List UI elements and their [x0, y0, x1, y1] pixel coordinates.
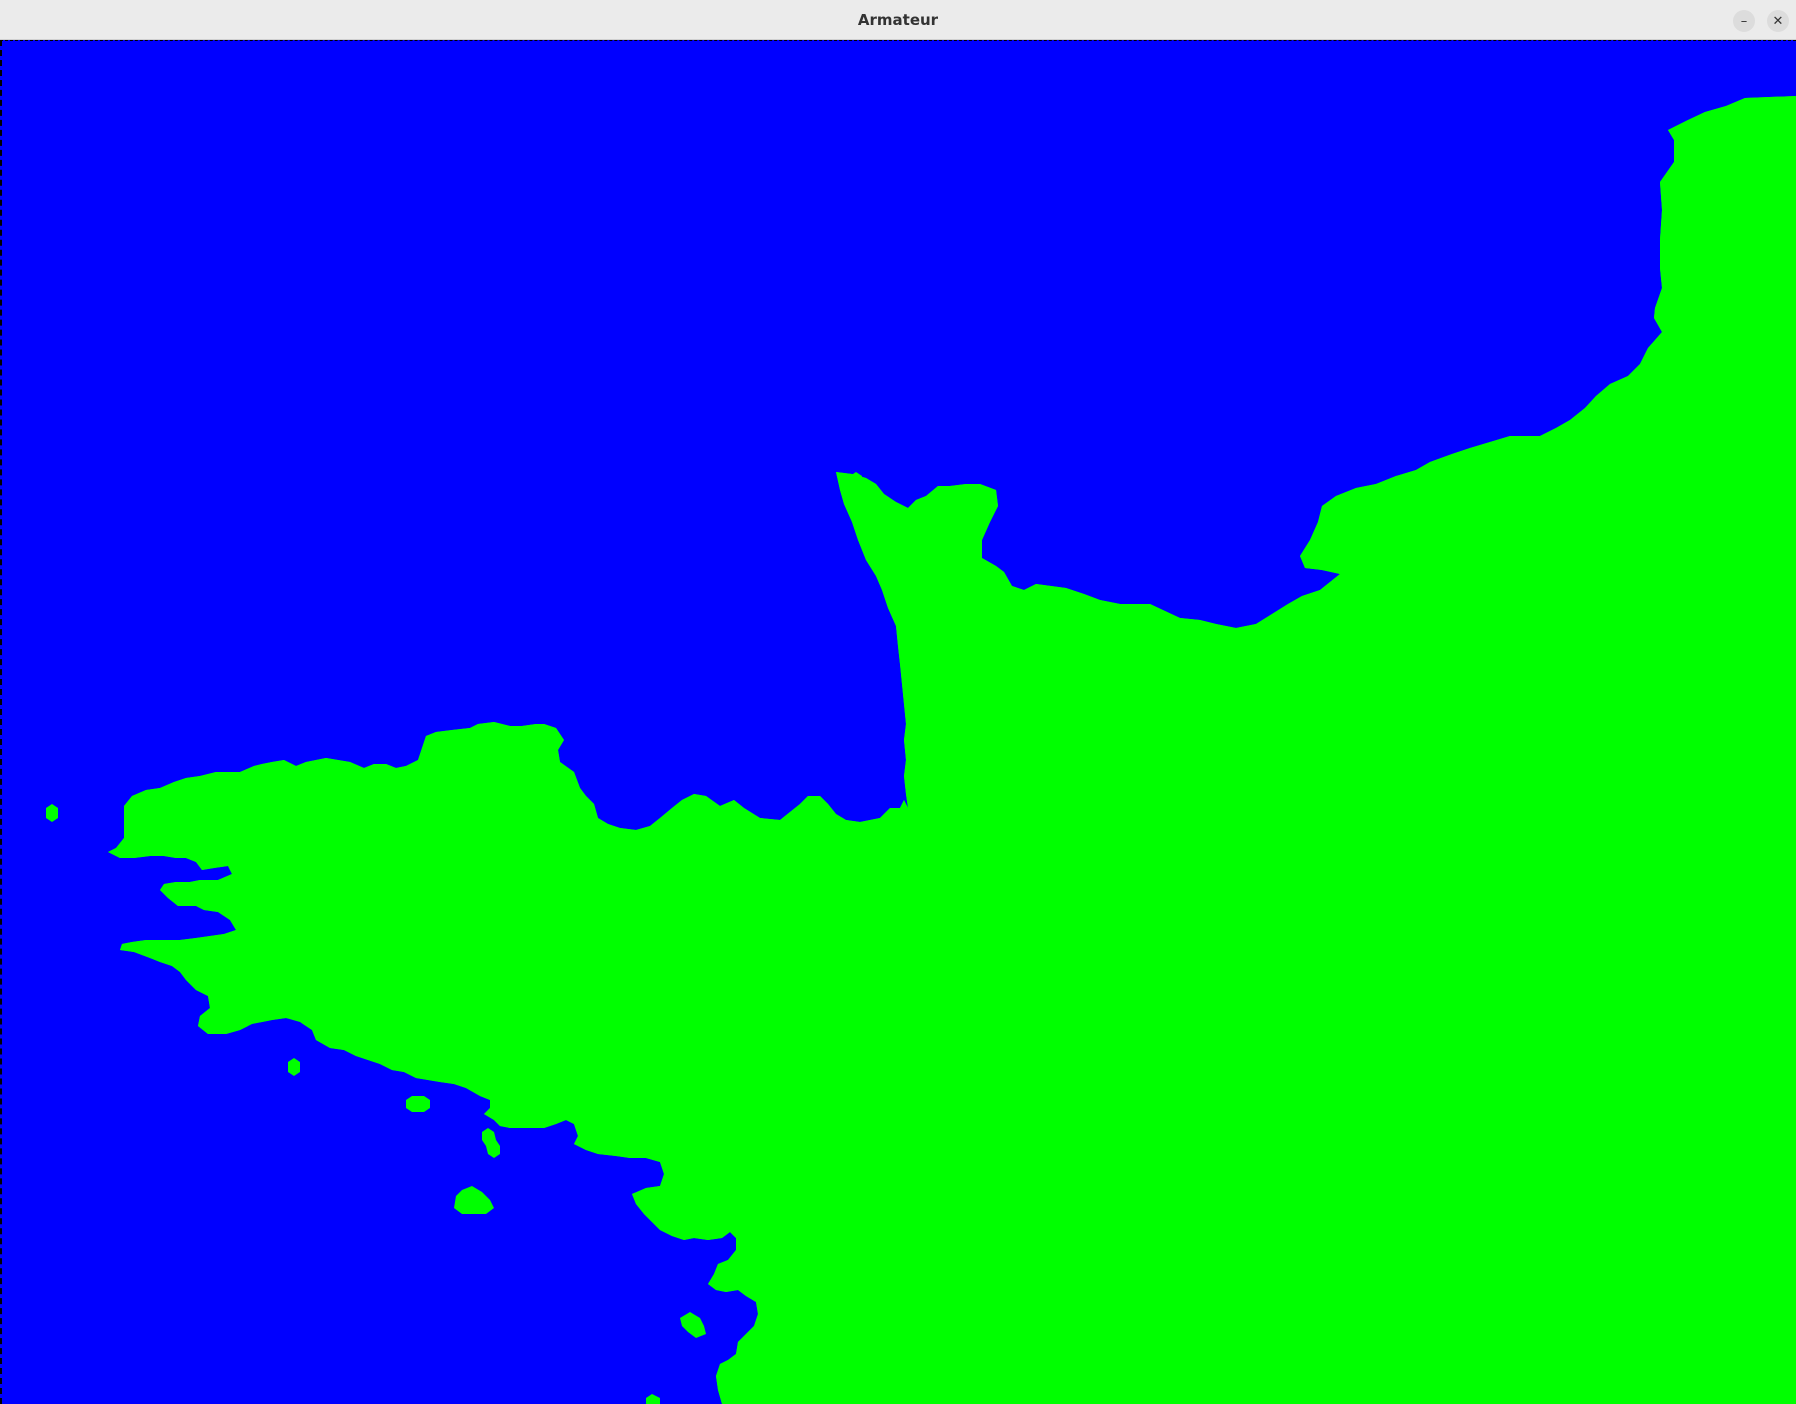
hex-map[interactable] [0, 40, 1796, 1404]
minimize-button[interactable]: – [1733, 10, 1755, 32]
title-bar[interactable]: Armateur – ✕ [0, 0, 1796, 40]
close-button[interactable]: ✕ [1767, 10, 1789, 32]
minimize-icon: – [1740, 13, 1748, 29]
window-title: Armateur [857, 11, 939, 29]
map-canvas[interactable] [0, 40, 1796, 1404]
app-window: Armateur – ✕ [0, 0, 1796, 1404]
close-icon: ✕ [1772, 13, 1784, 29]
